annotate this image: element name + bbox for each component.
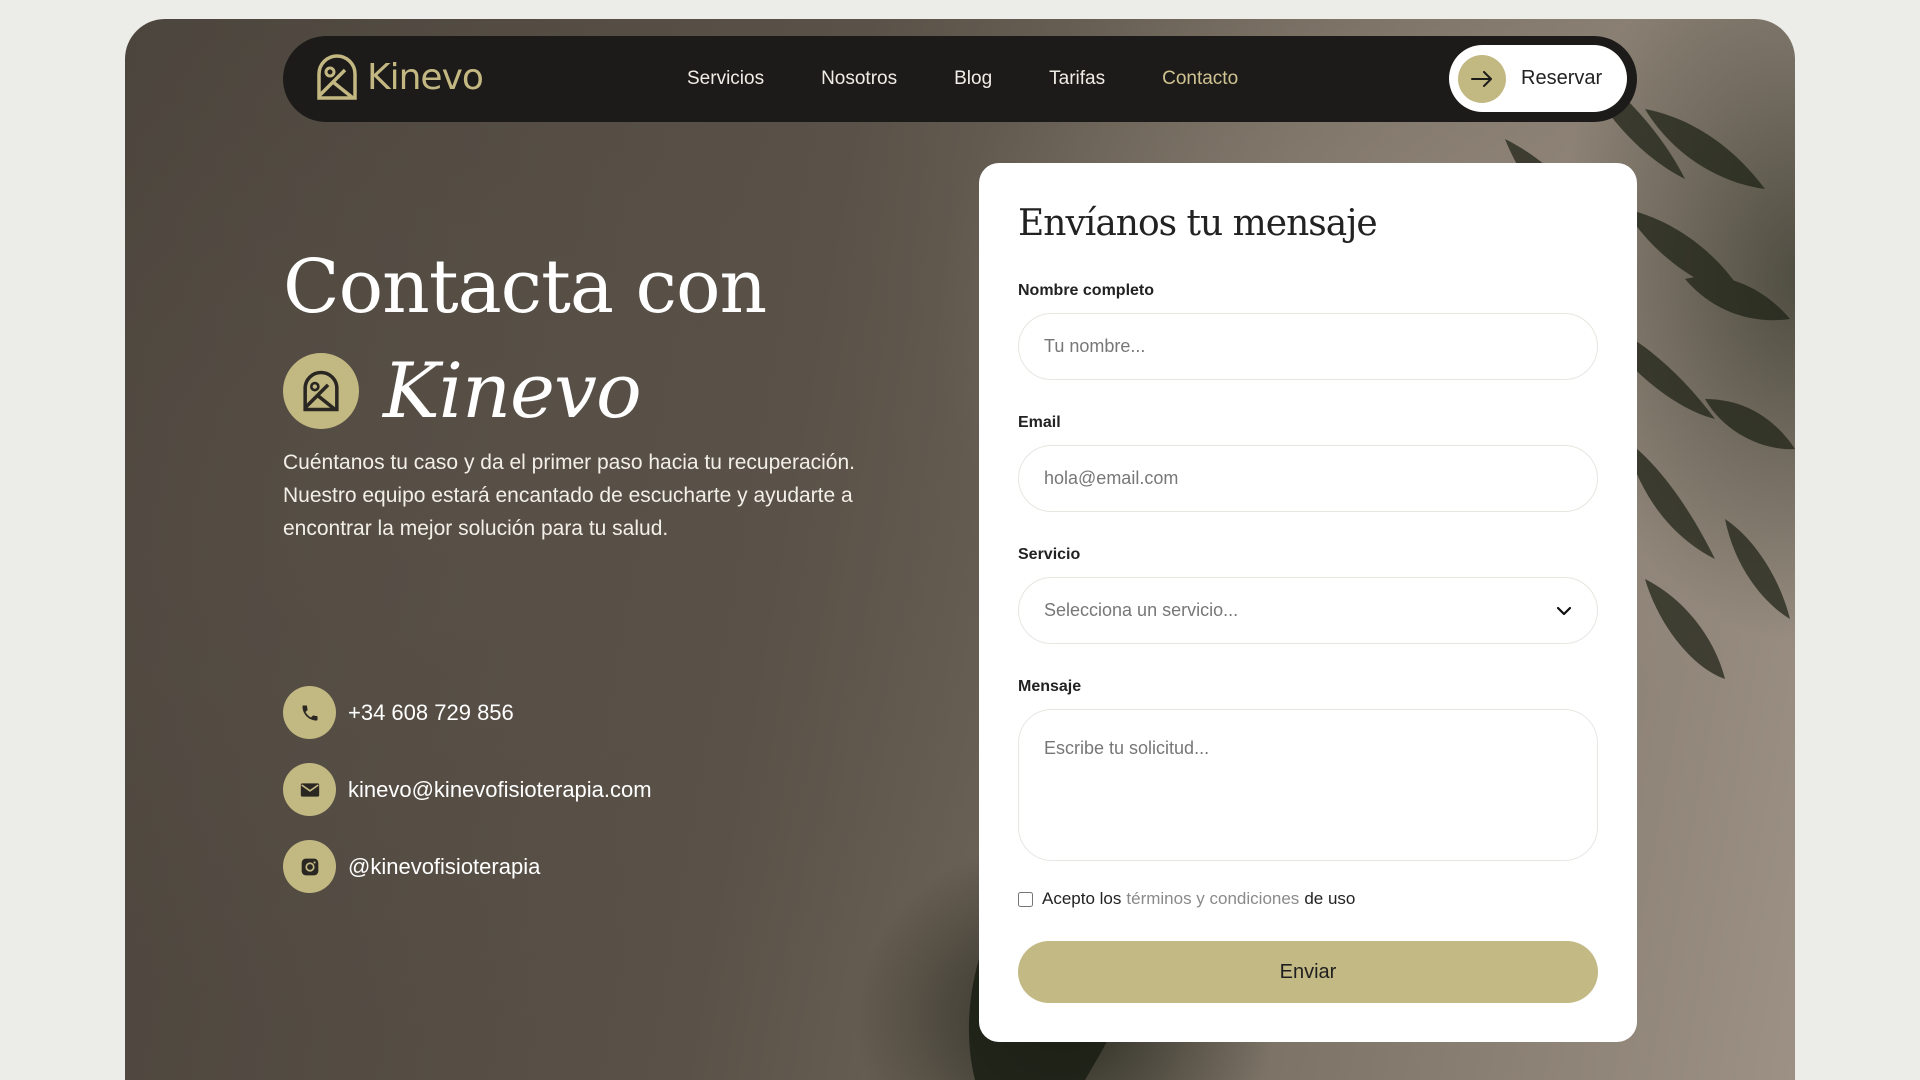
- email-input[interactable]: [1018, 445, 1598, 512]
- terms-checkbox[interactable]: [1018, 891, 1033, 907]
- hero-description: Cuéntanos tu caso y da el primer paso ha…: [283, 451, 855, 540]
- service-group: Servicio Selecciona un servicio...: [1018, 546, 1598, 644]
- name-input[interactable]: [1018, 313, 1598, 380]
- contact-form: Envíanos tu mensaje Nombre completo Emai…: [979, 163, 1637, 1042]
- reserve-label: Reservar: [1521, 67, 1603, 89]
- kinevo-badge-icon: [283, 352, 359, 429]
- service-select[interactable]: Selecciona un servicio...: [1018, 577, 1598, 644]
- contact-list: +34 608 729 856 kinevo@kinevofisioterapi…: [283, 686, 652, 917]
- phone-icon: [283, 686, 336, 739]
- contact-phone[interactable]: +34 608 729 856: [283, 686, 652, 739]
- terms-suffix: de uso: [1304, 889, 1356, 908]
- message-group: Mensaje: [1018, 678, 1598, 861]
- terms-prefix: Acepto los: [1042, 889, 1122, 908]
- contact-instagram-text: @kinevofisioterapia: [348, 853, 541, 879]
- logo[interactable]: Kinevo: [315, 52, 484, 102]
- submit-button[interactable]: Enviar: [1018, 941, 1598, 1003]
- chevron-down-icon: [1556, 606, 1572, 615]
- logo-text: Kinevo: [367, 56, 484, 98]
- reserve-button[interactable]: Reservar: [1449, 45, 1627, 112]
- email-group: Email: [1018, 414, 1598, 512]
- message-label: Mensaje: [1018, 678, 1082, 695]
- hero-brand-text: Kinevo: [383, 346, 642, 435]
- service-label: Servicio: [1018, 546, 1081, 563]
- name-group: Nombre completo: [1018, 282, 1598, 380]
- main-menu: Servicios Nosotros Blog Tarifas Contacto: [687, 36, 1238, 122]
- terms-link[interactable]: términos y condiciones: [1126, 889, 1299, 909]
- nav-link-nosotros[interactable]: Nosotros: [821, 68, 897, 90]
- nav-link-contacto[interactable]: Contacto: [1162, 68, 1238, 90]
- name-label: Nombre completo: [1018, 282, 1155, 299]
- contact-phone-text: +34 608 729 856: [348, 699, 514, 725]
- nav-link-servicios[interactable]: Servicios: [687, 68, 764, 90]
- service-selected-value: Selecciona un servicio...: [1044, 600, 1239, 620]
- hero-title: Contacta con: [283, 244, 767, 330]
- email-label: Email: [1018, 414, 1061, 431]
- nav-link-tarifas[interactable]: Tarifas: [1049, 68, 1105, 90]
- form-title: Envíanos tu mensaje: [1018, 203, 1378, 244]
- arrow-right-icon: [1458, 54, 1506, 103]
- terms-row: Acepto los términos y condiciones de uso: [1018, 889, 1598, 909]
- hero-brand-line: Kinevo: [283, 346, 642, 435]
- message-textarea[interactable]: [1018, 709, 1598, 861]
- top-navigation: Kinevo Servicios Nosotros Blog Tarifas C…: [283, 36, 1637, 122]
- kinevo-logo-icon: [317, 54, 357, 100]
- contact-email-text: kinevo@kinevofisioterapia.com: [348, 776, 652, 802]
- nav-link-blog[interactable]: Blog: [954, 68, 992, 90]
- contact-instagram[interactable]: @kinevofisioterapia: [283, 840, 652, 893]
- contact-email[interactable]: kinevo@kinevofisioterapia.com: [283, 763, 652, 816]
- instagram-icon: [283, 840, 336, 893]
- mail-icon: [283, 763, 336, 816]
